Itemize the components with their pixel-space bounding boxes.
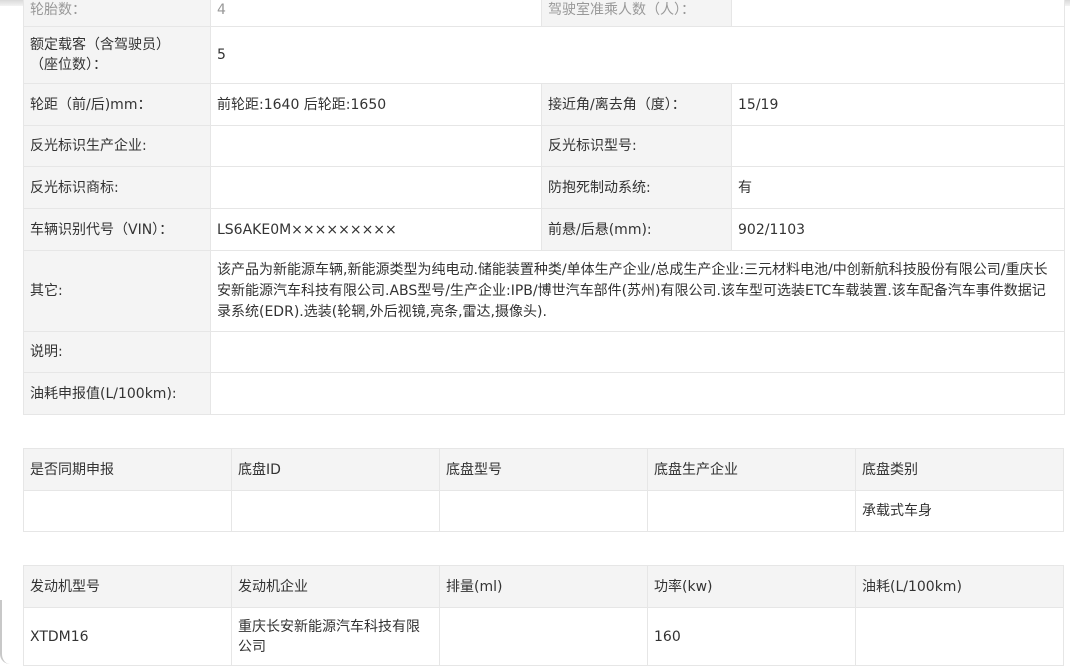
tire-count-label: 轮胎数： bbox=[23, 0, 211, 27]
other-label: 其它: bbox=[23, 250, 211, 332]
overhang-value: 902/1103 bbox=[731, 208, 1065, 251]
reflector-maker-value bbox=[210, 125, 542, 167]
table-row: XTDM16 重庆长安新能源汽车科技有限公司 160 bbox=[23, 607, 1064, 666]
engine-header-fuel: 油耗(L/100km) bbox=[855, 565, 1064, 608]
engine-header-power: 功率(kw) bbox=[647, 565, 856, 608]
table-row: 轮胎数： 4 驾驶室准乘人数（人）： bbox=[23, 0, 1065, 27]
rated-passengers-label: 额定载客（含驾驶员） （座位数）： bbox=[23, 26, 211, 84]
tire-count-value: 4 bbox=[210, 0, 542, 27]
track-width-value: 前轮距:1640 后轮距:1650 bbox=[210, 83, 542, 126]
table-row: 轮距（前/后)mm： 前轮距:1640 后轮距:1650 接近角/离去角（度）：… bbox=[23, 83, 1065, 126]
table-row: 额定载客（含驾驶员） （座位数）： 5 bbox=[23, 26, 1065, 84]
chassis-id-value bbox=[231, 490, 440, 532]
cab-seats-value bbox=[731, 0, 1065, 27]
chassis-header-model: 底盘型号 bbox=[439, 448, 648, 491]
engine-fuel-value bbox=[855, 607, 1064, 666]
track-width-label: 轮距（前/后)mm： bbox=[23, 83, 211, 126]
engine-table: 发动机型号 发动机企业 排量(ml) 功率(kw) 油耗(L/100km) XT… bbox=[23, 565, 1064, 666]
reflector-brand-label: 反光标识商标: bbox=[23, 166, 211, 209]
table-row: 反光标识生产企业: 反光标识型号: bbox=[23, 125, 1065, 167]
fuel-consumption-value bbox=[210, 372, 1065, 415]
table-row: 车辆识别代号（VIN）： LS6AKE0M××××××××× 前悬/后悬(mm)… bbox=[23, 208, 1065, 251]
vehicle-spec-table: 轮胎数： 4 驾驶室准乘人数（人）： 额定载客（含驾驶员） （座位数）： 5 轮… bbox=[23, 0, 1065, 415]
chassis-header-id: 底盘ID bbox=[231, 448, 440, 491]
chassis-model-value bbox=[439, 490, 648, 532]
note-label: 说明: bbox=[23, 331, 211, 373]
page-curl-edge bbox=[0, 600, 10, 664]
engine-displacement-value bbox=[439, 607, 648, 666]
note-value bbox=[210, 331, 1065, 373]
engine-header-maker: 发动机企业 bbox=[231, 565, 440, 608]
cab-seats-label: 驾驶室准乘人数（人）： bbox=[541, 0, 732, 27]
chassis-table: 是否同期申报 底盘ID 底盘型号 底盘生产企业 底盘类别 承载式车身 bbox=[23, 448, 1064, 532]
abs-value: 有 bbox=[731, 166, 1065, 209]
fuel-consumption-label: 油耗申报值(L/100km): bbox=[23, 372, 211, 415]
reflector-brand-value bbox=[210, 166, 542, 209]
other-value: 该产品为新能源车辆,新能源类型为纯电动.储能装置种类/单体生产企业/总成生产企业… bbox=[210, 250, 1065, 332]
approach-departure-angle-label: 接近角/离去角（度）： bbox=[541, 83, 732, 126]
table-row: 承载式车身 bbox=[23, 490, 1064, 532]
engine-maker-value: 重庆长安新能源汽车科技有限公司 bbox=[231, 607, 440, 666]
chassis-header-maker: 底盘生产企业 bbox=[647, 448, 856, 491]
overhang-label: 前悬/后悬(mm): bbox=[541, 208, 732, 251]
rated-passengers-value: 5 bbox=[210, 26, 1065, 84]
table-row: 油耗申报值(L/100km): bbox=[23, 372, 1065, 415]
abs-label: 防抱死制动系统: bbox=[541, 166, 732, 209]
table-row: 说明: bbox=[23, 331, 1065, 373]
engine-model-value: XTDM16 bbox=[23, 607, 232, 666]
table-row: 其它: 该产品为新能源车辆,新能源类型为纯电动.储能装置种类/单体生产企业/总成… bbox=[23, 250, 1065, 332]
engine-header-row: 发动机型号 发动机企业 排量(ml) 功率(kw) 油耗(L/100km) bbox=[23, 565, 1064, 608]
vin-value: LS6AKE0M××××××××× bbox=[210, 208, 542, 251]
rated-passengers-label-line1: 额定载客（含驾驶员） bbox=[30, 37, 170, 53]
chassis-header-simultaneous: 是否同期申报 bbox=[23, 448, 232, 491]
reflector-maker-label: 反光标识生产企业: bbox=[23, 125, 211, 167]
chassis-header-row: 是否同期申报 底盘ID 底盘型号 底盘生产企业 底盘类别 bbox=[23, 448, 1064, 491]
engine-header-displacement: 排量(ml) bbox=[439, 565, 648, 608]
reflector-model-label: 反光标识型号: bbox=[541, 125, 732, 167]
chassis-maker-value bbox=[647, 490, 856, 532]
vin-label: 车辆识别代号（VIN）： bbox=[23, 208, 211, 251]
chassis-type-value: 承载式车身 bbox=[855, 490, 1064, 532]
rated-passengers-label-line2: （座位数）： bbox=[30, 57, 107, 73]
reflector-model-value bbox=[731, 125, 1065, 167]
table-row: 反光标识商标: 防抱死制动系统: 有 bbox=[23, 166, 1065, 209]
engine-header-model: 发动机型号 bbox=[23, 565, 232, 608]
engine-power-value: 160 bbox=[647, 607, 856, 666]
chassis-simultaneous-value bbox=[23, 490, 232, 532]
approach-departure-angle-value: 15/19 bbox=[731, 83, 1065, 126]
chassis-header-type: 底盘类别 bbox=[855, 448, 1064, 491]
